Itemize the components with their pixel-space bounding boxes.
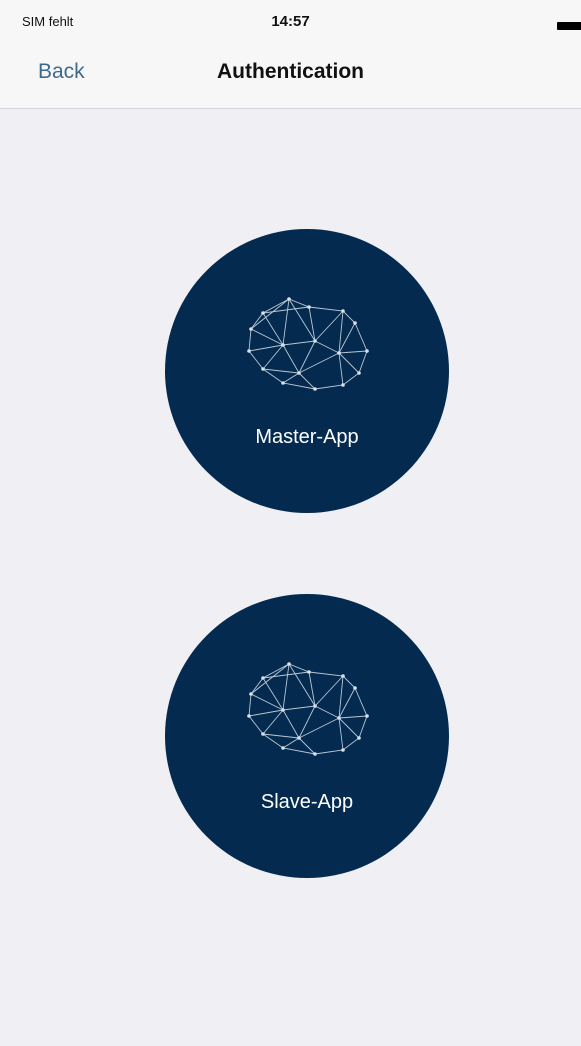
screen: SIM fehlt 14:57 Back Authentication Mast…	[0, 0, 581, 1046]
master-app-label: Master-App	[255, 426, 359, 448]
page-title: Authentication	[217, 60, 364, 83]
status-time: 14:57	[271, 13, 310, 30]
network-mesh-icon	[247, 662, 369, 756]
battery-icon	[557, 22, 581, 30]
network-mesh-icon	[247, 297, 369, 391]
slave-app-button[interactable]: Slave-App	[165, 594, 449, 878]
master-app-button[interactable]: Master-App	[165, 229, 449, 513]
top-bar: SIM fehlt 14:57 Back Authentication	[0, 0, 581, 109]
slave-app-label: Slave-App	[260, 791, 354, 813]
